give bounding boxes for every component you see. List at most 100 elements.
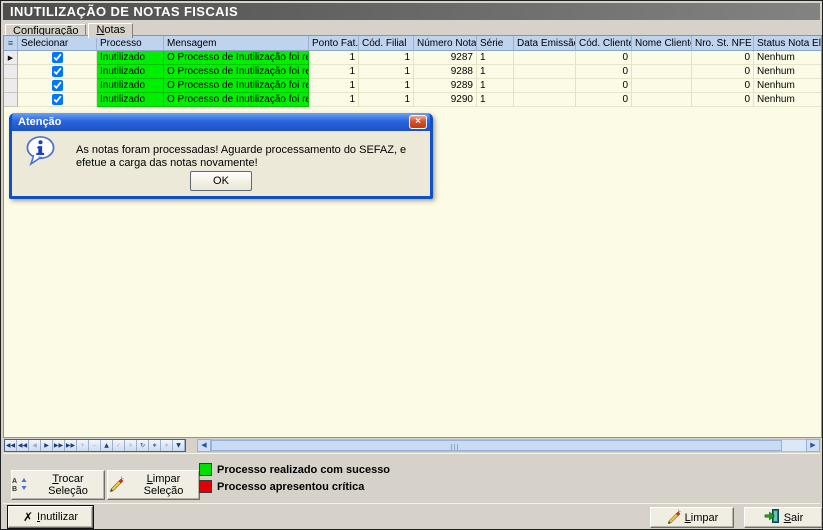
- row-indicator: [4, 65, 18, 79]
- status-nota-cell: Nenhum: [754, 51, 821, 65]
- legend-label: Processo apresentou crítica: [217, 481, 364, 493]
- scroll-left-button[interactable]: ◀: [197, 439, 211, 452]
- nav-filter-button[interactable]: ▼: [173, 440, 185, 451]
- serie-cell: 1: [477, 79, 514, 93]
- legend-color-swatch: [199, 480, 212, 493]
- record-navigator: ◀◀◀◀◀▶▶▶▶▶+−▲✓×↻∗∗▼: [4, 439, 186, 452]
- nav-prior-button[interactable]: ◀: [29, 440, 41, 451]
- data-emissao-cell: [514, 51, 576, 65]
- serie-cell: 1: [477, 93, 514, 107]
- select-checkbox-cell: [18, 65, 97, 79]
- grid-body: Inutilizado O Processo de Inutilização f…: [4, 51, 821, 107]
- swap-ab-icon: AB: [12, 476, 28, 495]
- inutilizar-button[interactable]: ✗ Inutilizar: [8, 506, 93, 528]
- nro-st-nfe-cell: 0: [692, 93, 754, 107]
- col-data-emissao[interactable]: Data Emissão: [514, 36, 576, 51]
- col-numero-nota[interactable]: Número Nota: [414, 36, 477, 51]
- status-nota-cell: Nenhum: [754, 79, 821, 93]
- legend-label: Processo realizado com sucesso: [217, 464, 390, 476]
- legend-color-swatch: [199, 463, 212, 476]
- col-nome-cliente[interactable]: Nome Cliente: [632, 36, 692, 51]
- processo-cell: Inutilizado: [97, 51, 164, 65]
- nome-cliente-cell: [632, 93, 692, 107]
- limpar-button[interactable]: Limpar: [650, 507, 734, 528]
- nome-cliente-cell: [632, 51, 692, 65]
- select-checkbox[interactable]: [52, 94, 63, 105]
- data-emissao-cell: [514, 79, 576, 93]
- col-serie[interactable]: Série: [477, 36, 514, 51]
- scrollbar-track[interactable]: [211, 439, 806, 452]
- close-icon[interactable]: ×: [409, 115, 427, 129]
- dialog-title: Atenção: [18, 116, 61, 128]
- select-checkbox-cell: [18, 79, 97, 93]
- nav-insert-button[interactable]: +: [77, 440, 89, 451]
- tab-bar: ConfiguraçãoNotas: [3, 20, 820, 35]
- limpar-selecao-button[interactable]: Limpar Seleção: [107, 470, 200, 500]
- nav-prior-page-button[interactable]: ◀◀: [17, 440, 29, 451]
- processo-cell: Inutilizado: [97, 65, 164, 79]
- nav-refresh-button[interactable]: ↻: [137, 440, 149, 451]
- scroll-right-button[interactable]: ▶: [806, 439, 820, 452]
- row-indicator: [4, 51, 18, 65]
- sair-button[interactable]: Sair: [744, 507, 823, 528]
- inutilizar-label: Inutilizar: [37, 511, 78, 523]
- notes-grid: ≡ SelecionarProcessoMensagemPonto Fat.Có…: [3, 35, 822, 438]
- table-row[interactable]: Inutilizado O Processo de Inutilização f…: [4, 51, 821, 65]
- grid-indicator-header-icon: ≡: [4, 36, 18, 51]
- col-cod-cliente[interactable]: Cód. Cliente: [576, 36, 632, 51]
- numero-nota-cell: 9288: [414, 65, 477, 79]
- eraser-pencil-icon: [108, 476, 124, 495]
- dialog-body: As notas foram processadas! Aguarde proc…: [12, 131, 430, 196]
- select-checkbox[interactable]: [52, 52, 63, 63]
- limpar-label: Limpar: [685, 512, 719, 524]
- nav-next-page-button[interactable]: ▶▶: [53, 440, 65, 451]
- col-processo[interactable]: Processo: [97, 36, 164, 51]
- table-row[interactable]: Inutilizado O Processo de Inutilização f…: [4, 79, 821, 93]
- nav-save-bookmark-button[interactable]: ∗: [149, 440, 161, 451]
- nav-delete-button[interactable]: −: [89, 440, 101, 451]
- cod-filial-cell: 1: [359, 79, 414, 93]
- nav-edit-button[interactable]: ▲: [101, 440, 113, 451]
- nro-st-nfe-cell: 0: [692, 51, 754, 65]
- status-nota-cell: Nenhum: [754, 93, 821, 107]
- tab-notas[interactable]: Notas: [88, 23, 133, 38]
- table-row[interactable]: Inutilizado O Processo de Inutilização f…: [4, 65, 821, 79]
- col-nro-st-nfe[interactable]: Nro. St. NFE: [692, 36, 754, 51]
- numero-nota-cell: 9289: [414, 79, 477, 93]
- ok-button[interactable]: OK: [190, 171, 252, 191]
- serie-cell: 1: [477, 51, 514, 65]
- col-selecionar[interactable]: Selecionar: [18, 36, 97, 51]
- nav-post-button[interactable]: ✓: [113, 440, 125, 451]
- col-mensagem[interactable]: Mensagem: [164, 36, 309, 51]
- col-ponto-fat[interactable]: Ponto Fat.: [309, 36, 359, 51]
- processo-cell: Inutilizado: [97, 93, 164, 107]
- legend-item-error: Processo apresentou crítica: [199, 478, 390, 495]
- row-indicator: [4, 79, 18, 93]
- cod-cliente-cell: 0: [576, 51, 632, 65]
- table-row[interactable]: Inutilizado O Processo de Inutilização f…: [4, 93, 821, 107]
- ponto-fat-cell: 1: [309, 65, 359, 79]
- nro-st-nfe-cell: 0: [692, 79, 754, 93]
- nav-cancel-button[interactable]: ×: [125, 440, 137, 451]
- dialog-message: As notas foram processadas! Aguarde proc…: [76, 144, 422, 170]
- col-cod-filial[interactable]: Cód. Filial: [359, 36, 414, 51]
- select-checkbox[interactable]: [52, 66, 63, 77]
- nav-first-button[interactable]: ◀◀: [5, 440, 17, 451]
- horizontal-scrollbar: ◀ ▶: [197, 439, 820, 452]
- cod-filial-cell: 1: [359, 51, 414, 65]
- svg-text:A: A: [12, 478, 17, 485]
- numero-nota-cell: 9290: [414, 93, 477, 107]
- nav-last-button[interactable]: ▶▶: [65, 440, 77, 451]
- ponto-fat-cell: 1: [309, 51, 359, 65]
- trocar-selecao-button[interactable]: AB Trocar Seleção: [11, 470, 105, 500]
- col-status-nota-eletronica[interactable]: Status Nota Eletrô: [754, 36, 821, 51]
- nav-next-button[interactable]: ▶: [41, 440, 53, 451]
- window-title: INUTILIZAÇÃO DE NOTAS FISCAIS: [3, 3, 820, 20]
- data-emissao-cell: [514, 93, 576, 107]
- select-checkbox[interactable]: [52, 80, 63, 91]
- scrollbar-thumb[interactable]: [211, 440, 782, 451]
- mensagem-cell: O Processo de Inutilização foi realizado…: [164, 65, 309, 79]
- nav-goto-bookmark-button[interactable]: ∗: [161, 440, 173, 451]
- limpar-selecao-label: Limpar Seleção: [128, 473, 199, 497]
- grid-header-row: ≡ SelecionarProcessoMensagemPonto Fat.Có…: [4, 36, 821, 51]
